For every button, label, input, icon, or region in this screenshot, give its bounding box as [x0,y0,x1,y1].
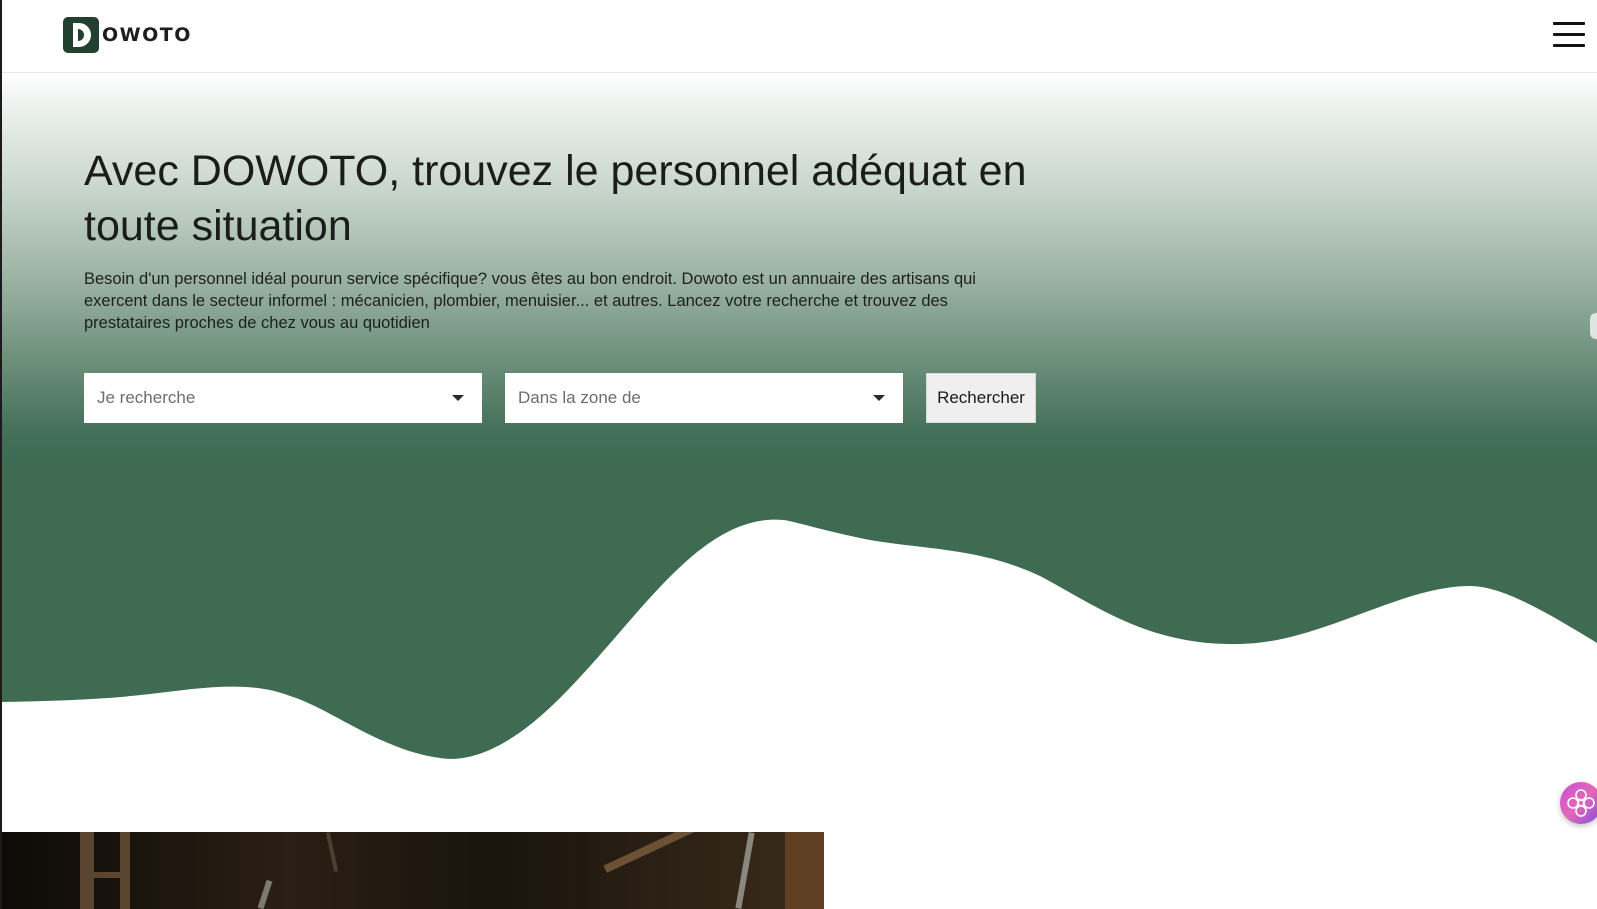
hero-section: Avec DOWOTO, trouvez le personnel adéqua… [0,73,1597,458]
zone-select[interactable]: Dans la zone de [505,373,903,423]
caret-down-icon [452,395,464,401]
logo-d-icon [63,17,99,53]
service-select[interactable]: Je recherche [84,373,482,423]
hero-description: Besoin d'un personnel idéal pourun servi… [84,270,976,332]
decorative-wave [0,458,1597,778]
zone-select-placeholder: Dans la zone de [518,388,641,407]
logo-text: OWOTO [102,24,192,46]
side-tab[interactable] [1590,313,1597,339]
search-button[interactable]: Rechercher [926,373,1036,423]
hero-title: Avec DOWOTO, trouvez le personnel adéqua… [84,147,1027,250]
workshop-photo [0,832,824,909]
caret-down-icon [873,395,885,401]
hamburger-icon[interactable] [1553,22,1585,48]
navbar: OWOTO [0,0,1597,73]
window-edge [0,0,2,909]
flower-chat-icon[interactable] [1560,782,1597,824]
page: OWOTO Avec DOWOTO, trouvez le personnel … [0,0,1597,909]
logo[interactable]: OWOTO [63,17,192,53]
service-select-placeholder: Je recherche [97,388,196,407]
